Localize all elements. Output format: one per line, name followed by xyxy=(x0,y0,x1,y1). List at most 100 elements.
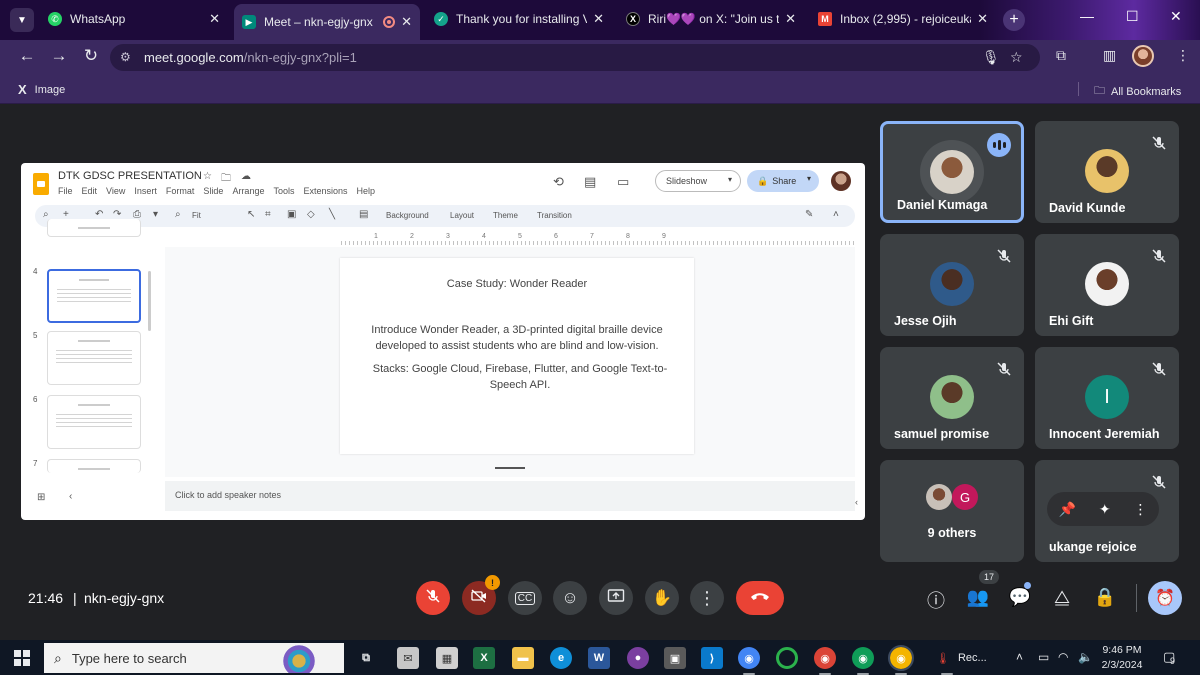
address-bar[interactable]: ⚙ meet.google.com/nkn-egjy-gnx?pli=1 🎙 ☆ xyxy=(110,44,1040,71)
menu-extensions: Extensions xyxy=(303,186,348,196)
all-bookmarks[interactable]: 🗀 All Bookmarks xyxy=(1094,82,1181,101)
host-controls-icon[interactable]: 🔒 xyxy=(1093,587,1117,608)
minimize-icon[interactable]: — xyxy=(1080,8,1094,24)
chrome-active-icon[interactable]: ◉ xyxy=(888,645,914,675)
captions-button[interactable]: CC xyxy=(508,581,542,615)
mic-toggle-button[interactable] xyxy=(416,581,450,615)
extensions-icon[interactable]: ⧉ xyxy=(1056,47,1066,64)
chrome-icon[interactable]: ◉ xyxy=(738,647,760,675)
chat-icon[interactable]: 💬 xyxy=(1008,587,1032,608)
participant-tile-daniel[interactable]: Daniel Kumaga xyxy=(880,121,1024,223)
participant-name: Ehi Gift xyxy=(1049,314,1094,328)
tab-meet[interactable]: ▶ Meet – nkn-egjy-gnx ✕ xyxy=(234,4,420,40)
video-icon: ▭ xyxy=(617,174,630,189)
ruler-number: 6 xyxy=(554,233,558,240)
present-icon xyxy=(607,588,625,609)
avatar: G xyxy=(952,484,978,510)
new-tab-button[interactable]: + xyxy=(1003,9,1025,31)
tray-expand-icon[interactable]: ˄ xyxy=(1016,650,1023,664)
vscode-icon[interactable]: ⟩ xyxy=(701,647,723,669)
thumbnail-text xyxy=(56,350,132,366)
participant-tile-samuel[interactable]: samuel promise xyxy=(880,347,1024,449)
participant-name: ukange rejoice xyxy=(1049,540,1137,554)
site-info-icon[interactable]: ⚙ xyxy=(120,50,131,64)
close-icon[interactable]: ✕ xyxy=(785,11,796,27)
maps-pin-icon[interactable]: ● xyxy=(627,647,649,669)
excel-icon[interactable]: X xyxy=(473,647,495,669)
tab-whatsapp[interactable]: ✆ WhatsApp ✕ xyxy=(40,6,228,32)
tab-search-button[interactable]: ▼ xyxy=(10,8,34,32)
file-explorer-icon[interactable]: ▬ xyxy=(512,647,534,669)
pin-icon[interactable]: 📌 xyxy=(1058,501,1075,518)
thermometer-icon: 🌡 xyxy=(936,652,950,665)
close-icon[interactable]: ✕ xyxy=(209,11,220,27)
emoji-reaction-button[interactable]: ☺ xyxy=(553,581,587,615)
edge-icon[interactable]: e xyxy=(550,647,572,669)
side-panel-icon[interactable]: ▥ xyxy=(1103,47,1116,64)
battery-icon[interactable]: ▭ xyxy=(1038,650,1049,664)
chrome-profile-icon[interactable]: ◉ xyxy=(852,647,874,675)
taskbar-clock[interactable]: 9:46 PM 2/3/2024 xyxy=(1100,643,1144,673)
camera-toggle-button[interactable]: ! xyxy=(462,575,500,615)
close-icon[interactable]: ✕ xyxy=(593,11,604,27)
recorder-app[interactable]: 🌡 Rec... xyxy=(936,647,987,675)
task-view-icon[interactable]: ⧉ xyxy=(355,647,377,669)
participant-tile-jesse[interactable]: Jesse Ojih xyxy=(880,234,1024,336)
loading-ring-icon[interactable] xyxy=(776,647,798,669)
word-icon[interactable]: W xyxy=(588,647,610,669)
tab-veepn[interactable]: ✓ Thank you for installing Vee ✕ xyxy=(426,6,612,32)
microphone-icon[interactable]: 🎙 xyxy=(982,49,1000,66)
back-icon[interactable]: ← xyxy=(16,46,38,66)
participant-tile-ehi[interactable]: Ehi Gift xyxy=(1035,234,1179,336)
leave-call-button[interactable] xyxy=(736,581,784,615)
more-options-button[interactable]: ⋮ xyxy=(690,581,724,615)
search-icon: ⌕ xyxy=(54,649,62,666)
windows-start-icon[interactable] xyxy=(14,650,30,666)
maximize-icon[interactable]: ☐ xyxy=(1126,8,1139,25)
window-close-icon[interactable]: ✕ xyxy=(1170,8,1182,25)
meeting-details-icon[interactable]: ⓘ xyxy=(924,587,948,613)
mail-icon[interactable]: ✉ xyxy=(397,647,419,669)
volume-icon[interactable]: 🔈 xyxy=(1078,650,1093,664)
tab-x-post[interactable]: X Riri💜💜 on X: "Join us to c ✕ xyxy=(618,6,804,32)
chevron-down-icon: ▾ xyxy=(806,174,811,183)
close-icon[interactable]: ✕ xyxy=(401,14,412,30)
raise-hand-button[interactable]: ✋ xyxy=(645,581,679,615)
profile-avatar[interactable] xyxy=(1132,45,1154,67)
search-placeholder: Type here to search xyxy=(71,650,187,666)
activities-icon[interactable]: ⧋ xyxy=(1050,587,1074,608)
speaking-indicator-icon xyxy=(987,133,1011,157)
network-icon[interactable]: ◠ xyxy=(1058,650,1068,664)
bookmark-image[interactable]: X Image xyxy=(18,82,65,97)
forward-icon[interactable]: → xyxy=(48,46,70,66)
participant-name: 9 others xyxy=(927,526,977,540)
more-menu-icon[interactable]: ⋮ xyxy=(1176,47,1190,64)
participant-tile-others[interactable]: G 9 others xyxy=(880,460,1024,562)
meeting-timer-button[interactable]: ⏰ xyxy=(1148,581,1182,615)
bookmark-star-icon[interactable]: ☆ xyxy=(1010,49,1023,66)
people-count-badge: 17 xyxy=(979,570,999,584)
paint-format-icon: ▾ xyxy=(153,209,159,220)
chevron-down-icon: ▾ xyxy=(727,175,732,184)
participant-tile-ukange[interactable]: 📌 ✦ ⋮ ukange rejoice xyxy=(1035,460,1179,562)
store-icon[interactable]: ▣ xyxy=(664,647,686,669)
thumbnail-text xyxy=(57,289,131,305)
sparkle-effects-icon[interactable]: ✦ xyxy=(1099,501,1111,518)
tab-gmail[interactable]: M Inbox (2,995) - rejoiceukang ✕ xyxy=(810,6,996,32)
chevron-up-icon: ˄ xyxy=(833,209,839,220)
menu-insert: Insert xyxy=(134,186,157,196)
calculator-icon[interactable]: ▦ xyxy=(436,647,458,669)
people-icon[interactable]: 👥 xyxy=(966,587,990,608)
close-icon[interactable]: ✕ xyxy=(977,11,988,27)
slide-title: Case Study: Wonder Reader xyxy=(446,278,588,290)
present-screen-button[interactable] xyxy=(599,581,633,615)
participant-tile-innocent[interactable]: I Innocent Jeremiah xyxy=(1035,347,1179,449)
reload-icon[interactable]: ↻ xyxy=(80,46,102,66)
zoom-icon: ⌕ xyxy=(175,209,181,220)
taskbar-search[interactable]: ⌕ Type here to search xyxy=(44,643,344,673)
participant-tile-david[interactable]: David Kunde xyxy=(1035,121,1179,223)
avatar: I xyxy=(1085,375,1129,419)
chevron-left-icon: ‹ xyxy=(69,491,73,502)
more-options-icon[interactable]: ⋮ xyxy=(1134,501,1148,518)
chrome-profile-icon[interactable]: ◉ xyxy=(814,647,836,675)
